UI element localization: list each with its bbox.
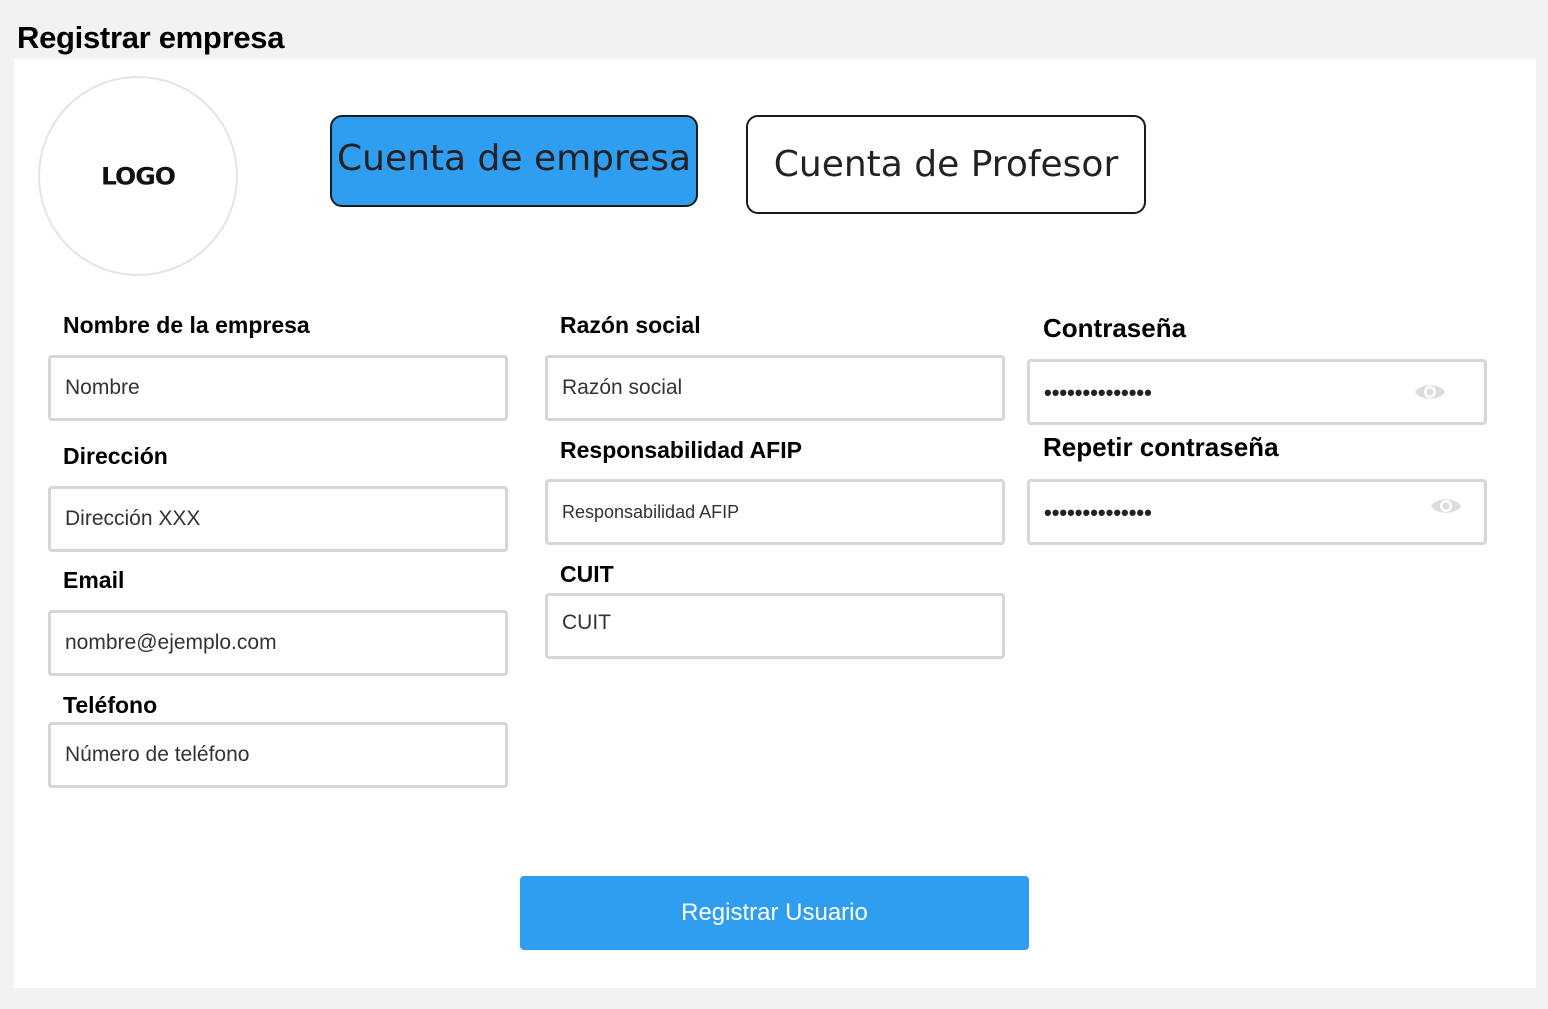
register-user-button[interactable]: Registrar Usuario (520, 876, 1029, 950)
business-name-label: Razón social (560, 312, 701, 338)
address-label: Dirección (63, 443, 168, 469)
phone-label: Teléfono (63, 692, 158, 718)
show-repeat-password-eye-icon[interactable] (1430, 495, 1462, 517)
afip-field[interactable] (545, 479, 1005, 545)
logo-text: LOGO (100, 162, 176, 190)
cuit-field[interactable] (545, 593, 1005, 659)
cuit-label: CUIT (560, 561, 614, 587)
password-value[interactable]: •••••••••••••• (1044, 380, 1470, 404)
phone-field[interactable] (48, 722, 508, 788)
business-name-input[interactable] (562, 376, 988, 400)
afip-label: Responsabilidad AFIP (560, 437, 802, 463)
repeat-password-label: Repetir contraseña (1043, 432, 1279, 462)
address-field[interactable] (48, 486, 508, 552)
repeat-password-field[interactable]: •••••••••••••• (1027, 479, 1487, 545)
phone-input[interactable] (65, 743, 491, 767)
tab-company-account[interactable]: Cuenta de empresa (330, 115, 698, 207)
company-name-field[interactable] (48, 355, 508, 421)
company-name-label: Nombre de la empresa (63, 312, 310, 338)
email-input[interactable] (65, 631, 491, 655)
show-password-eye-icon[interactable] (1414, 381, 1446, 403)
cuit-input[interactable] (562, 611, 988, 635)
repeat-password-value[interactable]: •••••••••••••• (1044, 500, 1470, 524)
afip-input[interactable] (562, 501, 988, 523)
page-title: Registrar empresa (17, 20, 285, 55)
email-field[interactable] (48, 610, 508, 676)
logo: LOGO (38, 76, 238, 276)
tab-teacher-account[interactable]: Cuenta de Profesor (746, 115, 1146, 214)
company-name-input[interactable] (65, 376, 491, 400)
address-input[interactable] (65, 507, 491, 531)
email-label: Email (63, 567, 125, 593)
password-label: Contraseña (1043, 313, 1187, 343)
business-name-field[interactable] (545, 355, 1005, 421)
